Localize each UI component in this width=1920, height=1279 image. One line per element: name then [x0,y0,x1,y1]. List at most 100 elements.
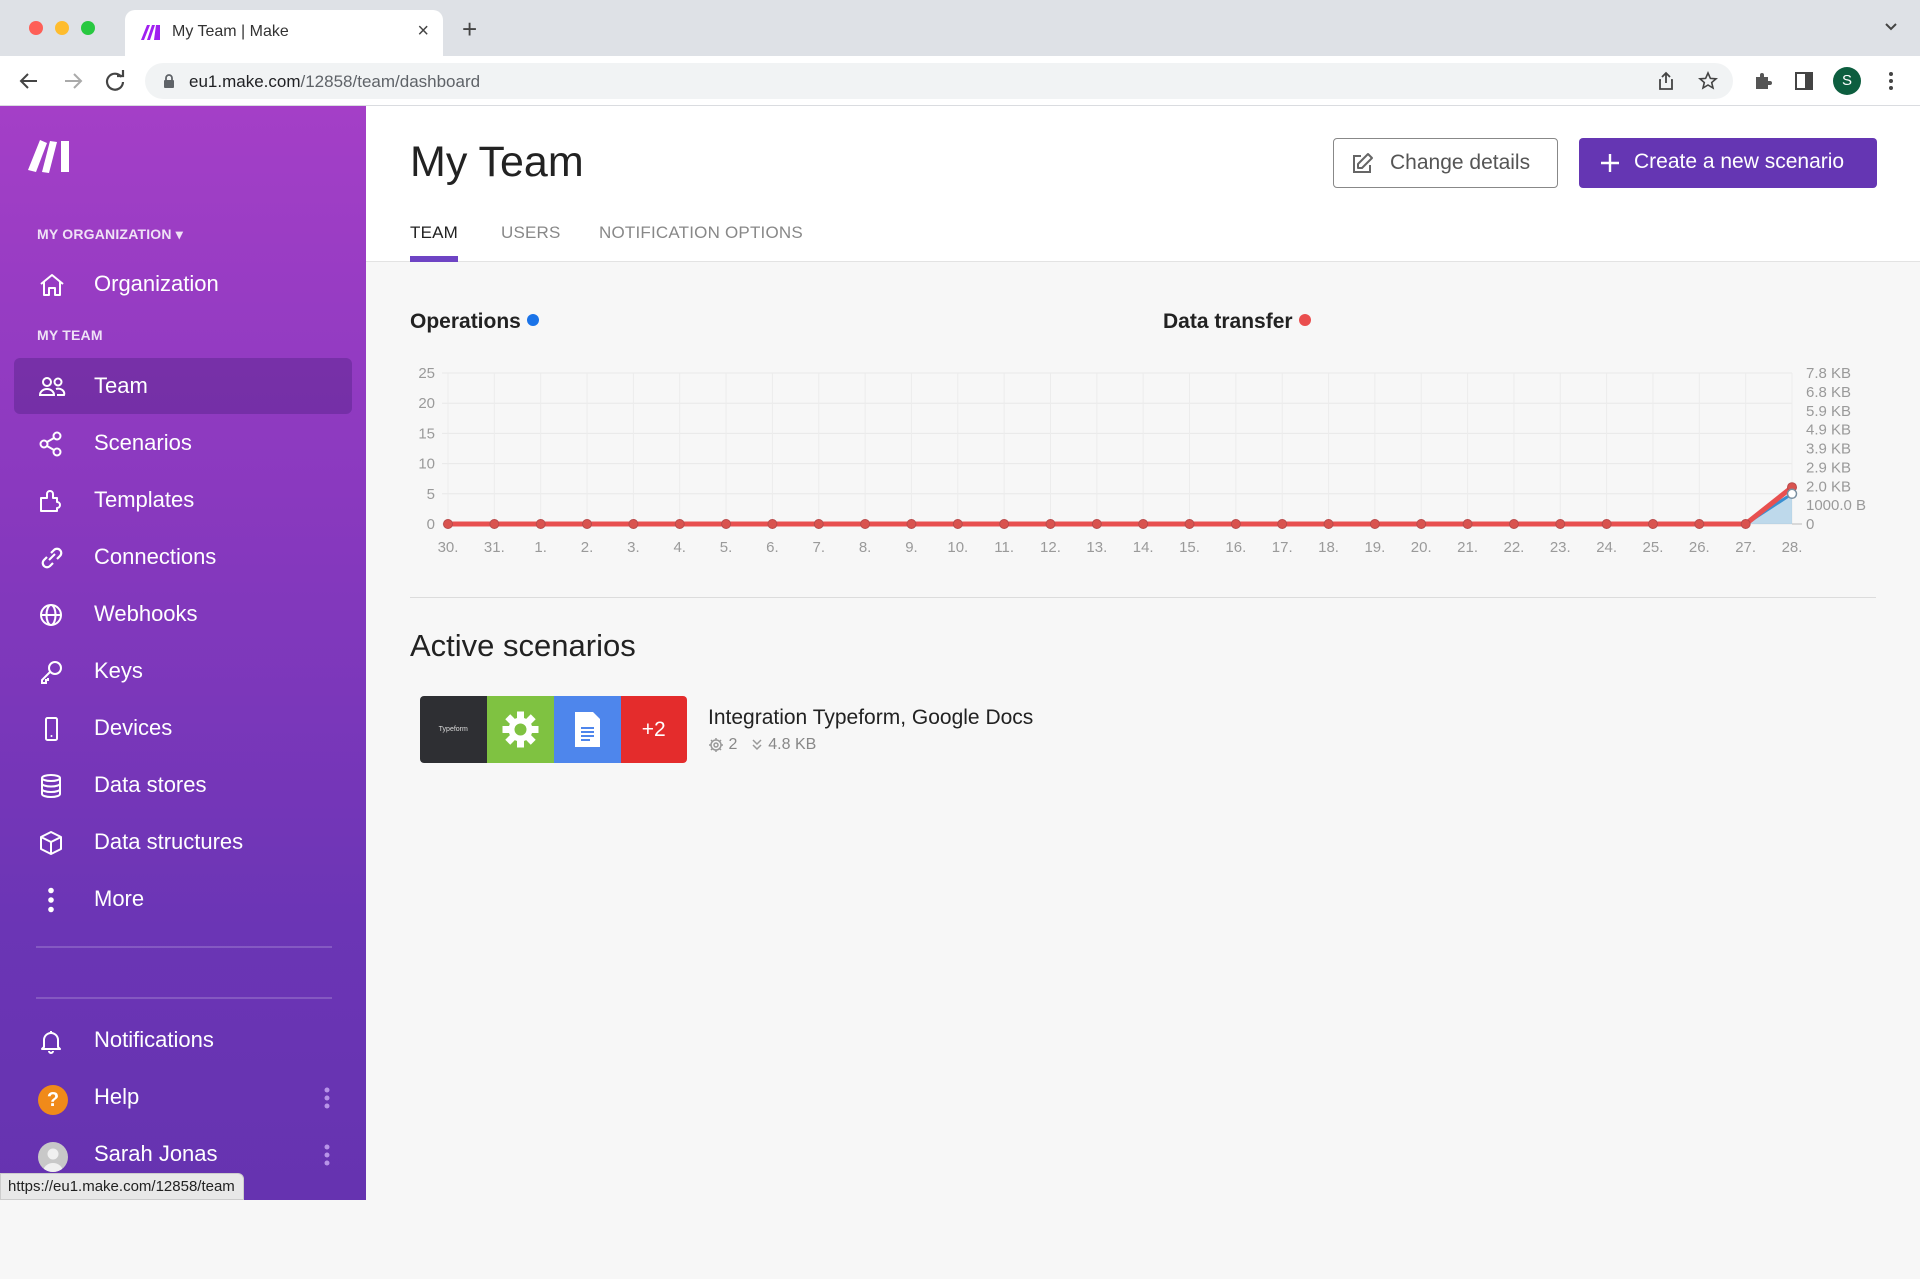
users-icon [38,377,66,396]
window-minimize-button[interactable] [55,21,69,35]
sidebar-item-notifications[interactable]: Notifications [14,1012,352,1068]
user-options-kebab-icon[interactable] [324,1144,330,1166]
data-transfer-point [1045,519,1056,529]
data-transfer-point [674,519,685,529]
mobile-icon [45,717,58,741]
x-axis-tick-label: 12. [1040,539,1061,556]
make-logo[interactable] [28,138,78,174]
lock-icon [164,74,174,88]
tab-team[interactable]: TEAM [410,223,458,243]
scenario-operations-count: 2 [728,736,738,753]
sidebar-item-webhooks[interactable]: Webhooks [14,586,352,642]
right-axis-tick-label: 2.0 KB [1806,478,1851,495]
operations-chart-title: Operations [410,310,539,334]
tab-title: My Team | Make [172,23,289,40]
create-scenario-button[interactable]: Create a new scenario [1579,138,1877,188]
window-maximize-button[interactable] [81,21,95,35]
change-details-button[interactable]: Change details [1333,138,1558,188]
sidebar-item-label: Organization [94,271,219,296]
side-panel-icon[interactable] [1793,70,1815,92]
sidebar-item-label: More [94,886,145,911]
x-axis-tick-label: 23. [1550,539,1571,556]
url-text: eu1.make.com/12858/team/dashboard [189,72,480,92]
x-axis-tick-label: 17. [1272,539,1293,556]
operations-point [1786,488,1798,500]
main-content: My Team Change details Create a new scen… [366,106,1920,1200]
address-bar[interactable]: eu1.make.com/12858/team/dashboard [145,63,1733,99]
scenario-meta: 2 4.8 KB [708,736,816,754]
organization-section-label[interactable]: MY ORGANIZATION ▾ [37,226,183,243]
link-icon [41,547,63,569]
tab-search-chevron-icon[interactable] [1884,20,1898,34]
data-transfer-chart-title: Data transfer [1163,310,1311,334]
sidebar-item-data-stores[interactable]: Data stores [14,757,352,813]
reload-icon[interactable] [102,68,128,94]
sidebar-item-keys[interactable]: Keys [14,643,352,699]
operations-title-text: Operations [410,310,521,333]
data-transfer-point [1184,519,1195,529]
tab-notification-options[interactable]: NOTIFICATION OPTIONS [599,223,803,243]
data-transfer-point [1462,519,1473,529]
data-transfer-point [1369,519,1380,529]
sidebar-item-data-structures[interactable]: Data structures [14,814,352,870]
sidebar-item-label: Team [94,373,148,398]
active-tab-indicator [410,256,458,262]
edit-icon [1353,153,1373,173]
data-transfer-point [443,519,453,529]
left-axis-tick-label: 25 [418,365,435,382]
bookmark-star-icon[interactable] [1698,71,1718,91]
data-transfer-point [1694,519,1705,529]
left-axis-tick-label: 10 [418,456,435,473]
sidebar-item-label: Templates [94,487,195,512]
sidebar-item-devices[interactable]: Devices [14,700,352,756]
sidebar-item-connections[interactable]: Connections [14,529,352,585]
sidebar-item-team[interactable]: Team [14,358,352,414]
browser-menu-icon[interactable] [1880,70,1902,92]
sidebar-item-scenarios[interactable]: Scenarios [14,415,352,471]
data-transfer-point [582,519,593,529]
window-close-button[interactable] [29,21,43,35]
right-axis-tick-label: 4.9 KB [1806,422,1851,439]
x-axis-tick-label: 2. [581,539,594,556]
page-header: My Team Change details Create a new scen… [366,106,1920,262]
forward-arrow-icon[interactable] [60,68,86,94]
team-section-label: MY TEAM [37,327,103,343]
data-transfer-point [489,519,500,529]
sidebar-item-templates[interactable]: Templates [14,472,352,528]
page-title: My Team [410,138,584,186]
new-tab-button[interactable]: + [462,16,477,42]
right-axis-tick-label: 1000.0 B [1806,497,1866,514]
data-transfer-point [767,519,778,529]
data-transfer-point [813,519,824,529]
browser-tab[interactable]: My Team | Make × [125,10,443,56]
left-axis-tick-label: 15 [418,425,435,442]
data-transfer-point [1138,519,1149,529]
sidebar-item-organization[interactable]: Organization [14,256,352,312]
x-axis-tick-label: 25. [1643,539,1664,556]
tab-users[interactable]: USERS [501,223,561,243]
data-transfer-point [1647,519,1658,529]
tab-close-icon[interactable]: × [417,20,429,43]
data-transfer-point [1277,519,1288,529]
back-arrow-icon[interactable] [16,68,42,94]
plus-icon [1601,154,1619,172]
x-axis-tick-label: 9. [905,539,918,556]
share-icon[interactable] [1656,71,1676,91]
x-axis-tick-label: 14. [1133,539,1154,556]
sidebar-item-label: Scenarios [94,430,192,455]
sidebar-item-label: Help [94,1084,140,1109]
status-bar-url: https://eu1.make.com/12858/team [0,1173,244,1200]
profile-avatar[interactable]: S [1833,67,1861,95]
data-transfer-point [860,519,871,529]
scenario-list-item[interactable]: Typeform +2 Integration Typeform, Google… [420,696,1120,766]
x-axis-tick-label: 7. [813,539,826,556]
sidebar-item-more[interactable]: More [14,871,352,927]
extensions-puzzle-icon[interactable] [1752,70,1774,92]
x-axis-tick-label: 1. [534,539,547,556]
x-axis-tick-label: 19. [1364,539,1385,556]
help-options-kebab-icon[interactable] [324,1087,330,1109]
scenario-name[interactable]: Integration Typeform, Google Docs [708,706,1033,730]
sidebar-item-label: Notifications [94,1027,214,1052]
data-transfer-point [721,519,732,529]
sidebar-item-help[interactable]: ? Help [14,1069,352,1125]
